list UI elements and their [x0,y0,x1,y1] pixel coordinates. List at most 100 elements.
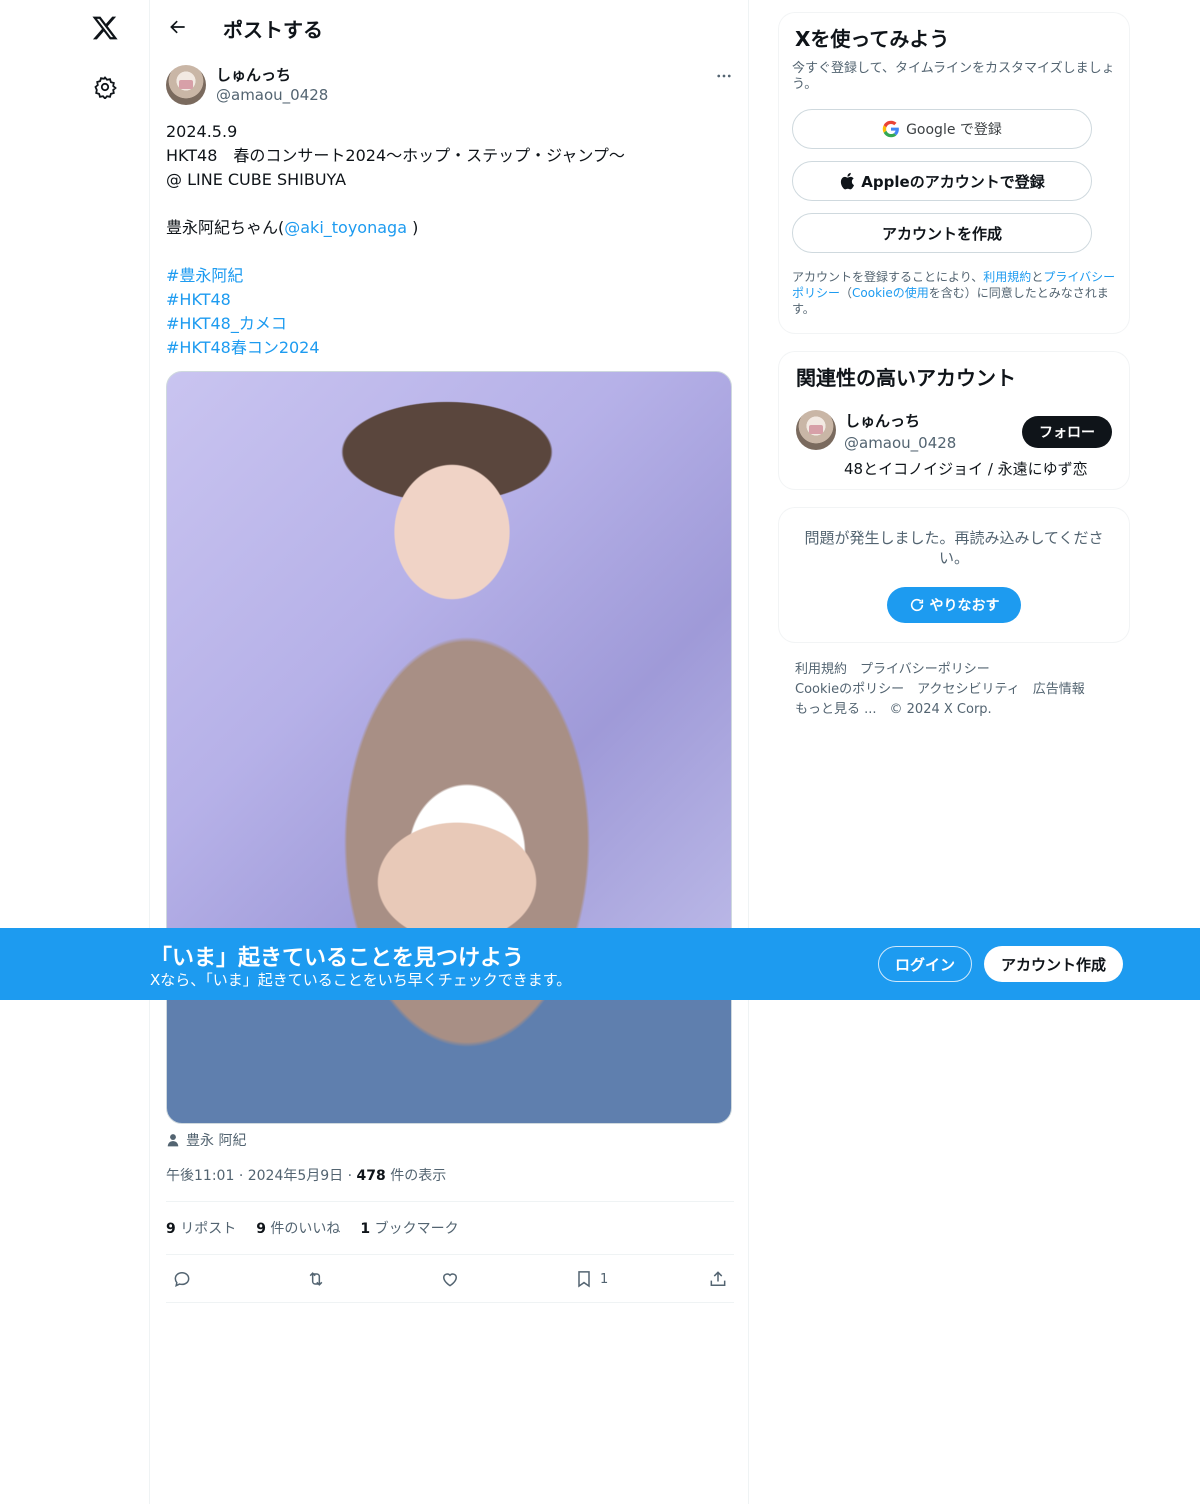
main-column: ポストする しゅんっち @amaou_0428 2024.5.9 HKT48 春… [149,0,749,1504]
cookie-link[interactable]: Cookieの使用 [852,286,929,300]
post-text-line: HKT48 春のコンサート2024〜ホップ・ステップ・ジャンプ〜 [166,146,625,165]
mention-prefix: 豊永阿紀ちゃん( [166,218,285,237]
signup-button[interactable]: アカウント作成 [984,946,1123,982]
separator: · [238,1168,244,1184]
post-meta: 午後11:01 · 2024年5月9日 · 478 件の表示 [166,1165,446,1185]
avatar[interactable] [796,410,836,450]
create-account-label: アカウントを作成 [881,224,1002,243]
back-arrow-icon[interactable] [162,11,194,43]
signup-title: Xを使ってみよう [795,27,950,51]
media-tag-name: 豊永 阿紀 [186,1133,247,1149]
legal-prefix: アカウントを登録することにより、 [792,270,984,284]
likes-label: 件のいいね [270,1221,341,1237]
post-date[interactable]: 2024年5月9日 [248,1168,343,1184]
apple-signup-button[interactable]: Appleのアカウントで登録 [792,161,1092,201]
media-tag[interactable]: 豊永 阿紀 [166,1129,246,1151]
google-signup-button[interactable]: Google で登録 [792,109,1092,149]
avatar[interactable] [166,65,206,105]
footer-more-link[interactable]: もっと見る ... [795,700,877,720]
footer: 利用規約 プライバシーポリシー Cookieのポリシー アクセシビリティ 広告情… [795,660,1125,720]
gear-icon[interactable] [90,72,120,102]
footer-link[interactable]: Cookieのポリシー [795,680,904,700]
reposts-count: 9 [166,1221,176,1237]
post-text-line: 2024.5.9 [166,122,238,141]
related-account-handle[interactable]: @amaou_0428 [844,434,956,452]
banner-title: 「いま」起きていることを見つけよう [150,946,525,971]
separator: · [347,1168,353,1184]
login-banner: 「いま」起きていることを見つけよう Xなら、「いま」起きていることをいち早くチェ… [0,928,1200,1000]
footer-link[interactable]: アクセシビリティ [917,680,1020,700]
google-icon [882,120,899,138]
views-label: 件の表示 [390,1168,447,1184]
more-options-icon[interactable] [712,64,736,88]
hashtag-link[interactable]: #HKT48_カメコ [166,312,732,336]
likes-stat[interactable]: 9 件のいいね [256,1218,340,1238]
divider [166,1302,734,1303]
bookmark-icon [578,1271,590,1288]
post-text-line: @ LINE CUBE SHIBUYA [166,170,347,189]
bookmark-count: 1 [600,1271,609,1287]
bookmarks-stat[interactable]: 1 ブックマーク [360,1218,458,1238]
create-account-button[interactable]: アカウントを作成 [792,213,1092,253]
post-text: 2024.5.9 HKT48 春のコンサート2024〜ホップ・ステップ・ジャンプ… [166,120,732,360]
post-time[interactable]: 午後11:01 [166,1168,234,1184]
likes-count: 9 [256,1221,266,1237]
post-actions: 1 [166,1264,734,1294]
page-title: ポストする [223,18,323,42]
share-icon[interactable] [708,1264,728,1294]
hashtag-link[interactable]: #HKT48春コン2024 [166,336,732,360]
left-nav [0,0,150,1504]
bookmark-button[interactable]: 1 [574,1264,608,1294]
footer-link[interactable]: プライバシーポリシー [860,660,990,680]
retry-label: やりなおす [929,598,1000,614]
footer-link[interactable]: 利用規約 [795,660,847,680]
error-message: 問題が発生しました。再読み込みしてください。 [804,529,1104,567]
error-card: 問題が発生しました。再読み込みしてください。 やりなおす [779,508,1129,642]
banner-subtitle: Xなら、「いま」起きていることをいち早くチェックできます。 [150,971,572,989]
views-count: 478 [356,1168,386,1184]
mention-link[interactable]: @aki_toyonaga [284,218,407,237]
legal-mid: （ [840,286,853,300]
related-accounts-card: 関連性の高いアカウント しゅんっち @amaou_0428 48とイコノイジョイ… [779,352,1129,489]
footer-copyright: © 2024 X Corp. [889,702,992,717]
signup-card: Xを使ってみよう 今すぐ登録して、タイムラインをカスタマイズしましょう。 Goo… [779,13,1129,333]
post-photo[interactable] [166,371,732,1124]
legal-and: と [1031,270,1044,284]
header: ポストする [150,0,748,54]
divider [166,1201,734,1202]
post-author: しゅんっち @amaou_0428 [166,64,736,108]
bookmarks-count: 1 [360,1221,371,1237]
related-account-name[interactable]: しゅんっち [845,410,920,431]
footer-link[interactable]: 広告情報 [1033,680,1085,700]
related-title: 関連性の高いアカウント [796,366,1016,390]
x-logo-icon[interactable] [87,10,123,46]
signup-subtitle: 今すぐ登録して、タイムラインをカスタマイズしましょう。 [792,61,1115,92]
bookmarks-label: ブックマーク [374,1221,459,1237]
reposts-label: リポスト [180,1221,237,1237]
mention-line: 豊永阿紀ちゃん(@aki_toyonaga ) [166,216,732,240]
google-signup-label: Google で登録 [906,122,1002,138]
author-name[interactable]: しゅんっち [216,64,291,85]
retry-button[interactable]: やりなおす [887,587,1021,623]
hashtag-link[interactable]: #豊永阿紀 [166,264,732,288]
author-handle[interactable]: @amaou_0428 [216,86,328,104]
repost-icon[interactable] [306,1264,326,1294]
divider [166,1254,734,1255]
legal-notice: アカウントを登録することにより、利用規約とプライバシーポリシー（Cookieの使… [792,269,1122,317]
login-button[interactable]: ログイン [878,946,972,982]
mention-suffix: ) [407,218,419,237]
person-icon [167,1134,179,1147]
hashtag-link[interactable]: #HKT48 [166,288,732,312]
like-icon[interactable] [440,1264,460,1294]
follow-button[interactable]: フォロー [1022,416,1112,448]
reply-icon[interactable] [172,1264,192,1294]
terms-link[interactable]: 利用規約 [983,270,1031,284]
post-stats: 9 リポスト 9 件のいいね 1 ブックマーク [166,1218,459,1238]
apple-signup-label: Appleのアカウントで登録 [861,172,1045,191]
related-account-bio: 48とイコノイジョイ / 永遠にゆず恋 [844,460,1088,478]
apple-icon [841,172,855,190]
reposts-stat[interactable]: 9 リポスト [166,1218,236,1238]
refresh-icon [910,598,923,612]
